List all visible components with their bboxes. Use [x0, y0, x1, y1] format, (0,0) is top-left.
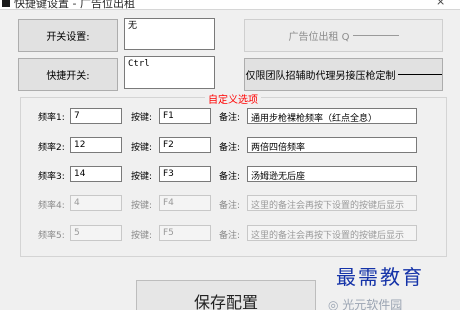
- note-label: 备注:: [219, 201, 241, 211]
- key-input[interactable]: F3: [159, 166, 211, 182]
- frequency-input: 5: [70, 225, 122, 241]
- note-label: 备注:: [219, 143, 241, 153]
- divider: [352, 35, 399, 36]
- frequency-input[interactable]: 14: [70, 166, 122, 182]
- note-input[interactable]: 通用步枪裸枪频率（红点全息）: [247, 108, 417, 124]
- note-input[interactable]: 两倍四倍频率: [247, 137, 417, 153]
- custom-options-title: 自定义选项: [205, 91, 261, 106]
- divider: [397, 74, 442, 75]
- ad-button-label: 广告位出租 Q: [288, 32, 350, 43]
- key-input: F5: [159, 225, 211, 241]
- frequency-label: 频率3:: [38, 172, 65, 182]
- key-input: F4: [159, 195, 211, 211]
- key-input[interactable]: F1: [159, 108, 211, 124]
- frequency-label: 频率4:: [38, 201, 65, 211]
- watermark-subtext: ◎ 光元软件园: [328, 298, 403, 310]
- note-label: 备注:: [219, 172, 241, 182]
- note-label: 备注:: [219, 231, 241, 241]
- switch-value-field[interactable]: 无: [124, 18, 215, 50]
- frequency-label: 频率2:: [38, 143, 65, 153]
- frequency-input: 4: [70, 195, 122, 211]
- window-title: 快捷键设置 - 广告位出租: [14, 0, 135, 10]
- note-input: 这里的备注会再按下设置的按键后显示: [247, 225, 417, 241]
- note-input[interactable]: 汤姆逊无后座: [247, 166, 417, 182]
- close-icon[interactable]: ×: [436, 0, 445, 8]
- note-label: 备注:: [219, 113, 241, 123]
- frequency-input[interactable]: 12: [70, 137, 122, 153]
- hotkey-value-field[interactable]: Ctrl: [124, 56, 215, 89]
- key-label: 按键:: [131, 231, 153, 241]
- key-label: 按键:: [131, 113, 153, 123]
- key-label: 按键:: [131, 172, 153, 182]
- custom-service-label: 仅限团队招辅助代理另接压枪定制: [245, 71, 396, 82]
- note-input: 这里的备注会再按下设置的按键后显示: [247, 195, 417, 211]
- frequency-label: 频率5:: [38, 231, 65, 241]
- frequency-label: 频率1:: [38, 113, 65, 123]
- watermark-text: 最需教育: [336, 265, 424, 289]
- title-bar: 快捷键设置 - 广告位出租 ×: [0, 0, 460, 10]
- custom-service-button[interactable]: 仅限团队招辅助代理另接压枪定制: [244, 58, 443, 91]
- key-label: 按键:: [131, 201, 153, 211]
- switch-settings-button[interactable]: 开关设置:: [18, 19, 118, 52]
- key-input[interactable]: F2: [159, 137, 211, 153]
- hotkey-button[interactable]: 快捷开关:: [18, 58, 118, 91]
- frequency-input[interactable]: 7: [70, 108, 122, 124]
- save-config-button[interactable]: 保存配置: [136, 280, 316, 310]
- ad-button: 广告位出租 Q: [244, 19, 443, 52]
- app-icon: [2, 0, 10, 7]
- key-label: 按键:: [131, 143, 153, 153]
